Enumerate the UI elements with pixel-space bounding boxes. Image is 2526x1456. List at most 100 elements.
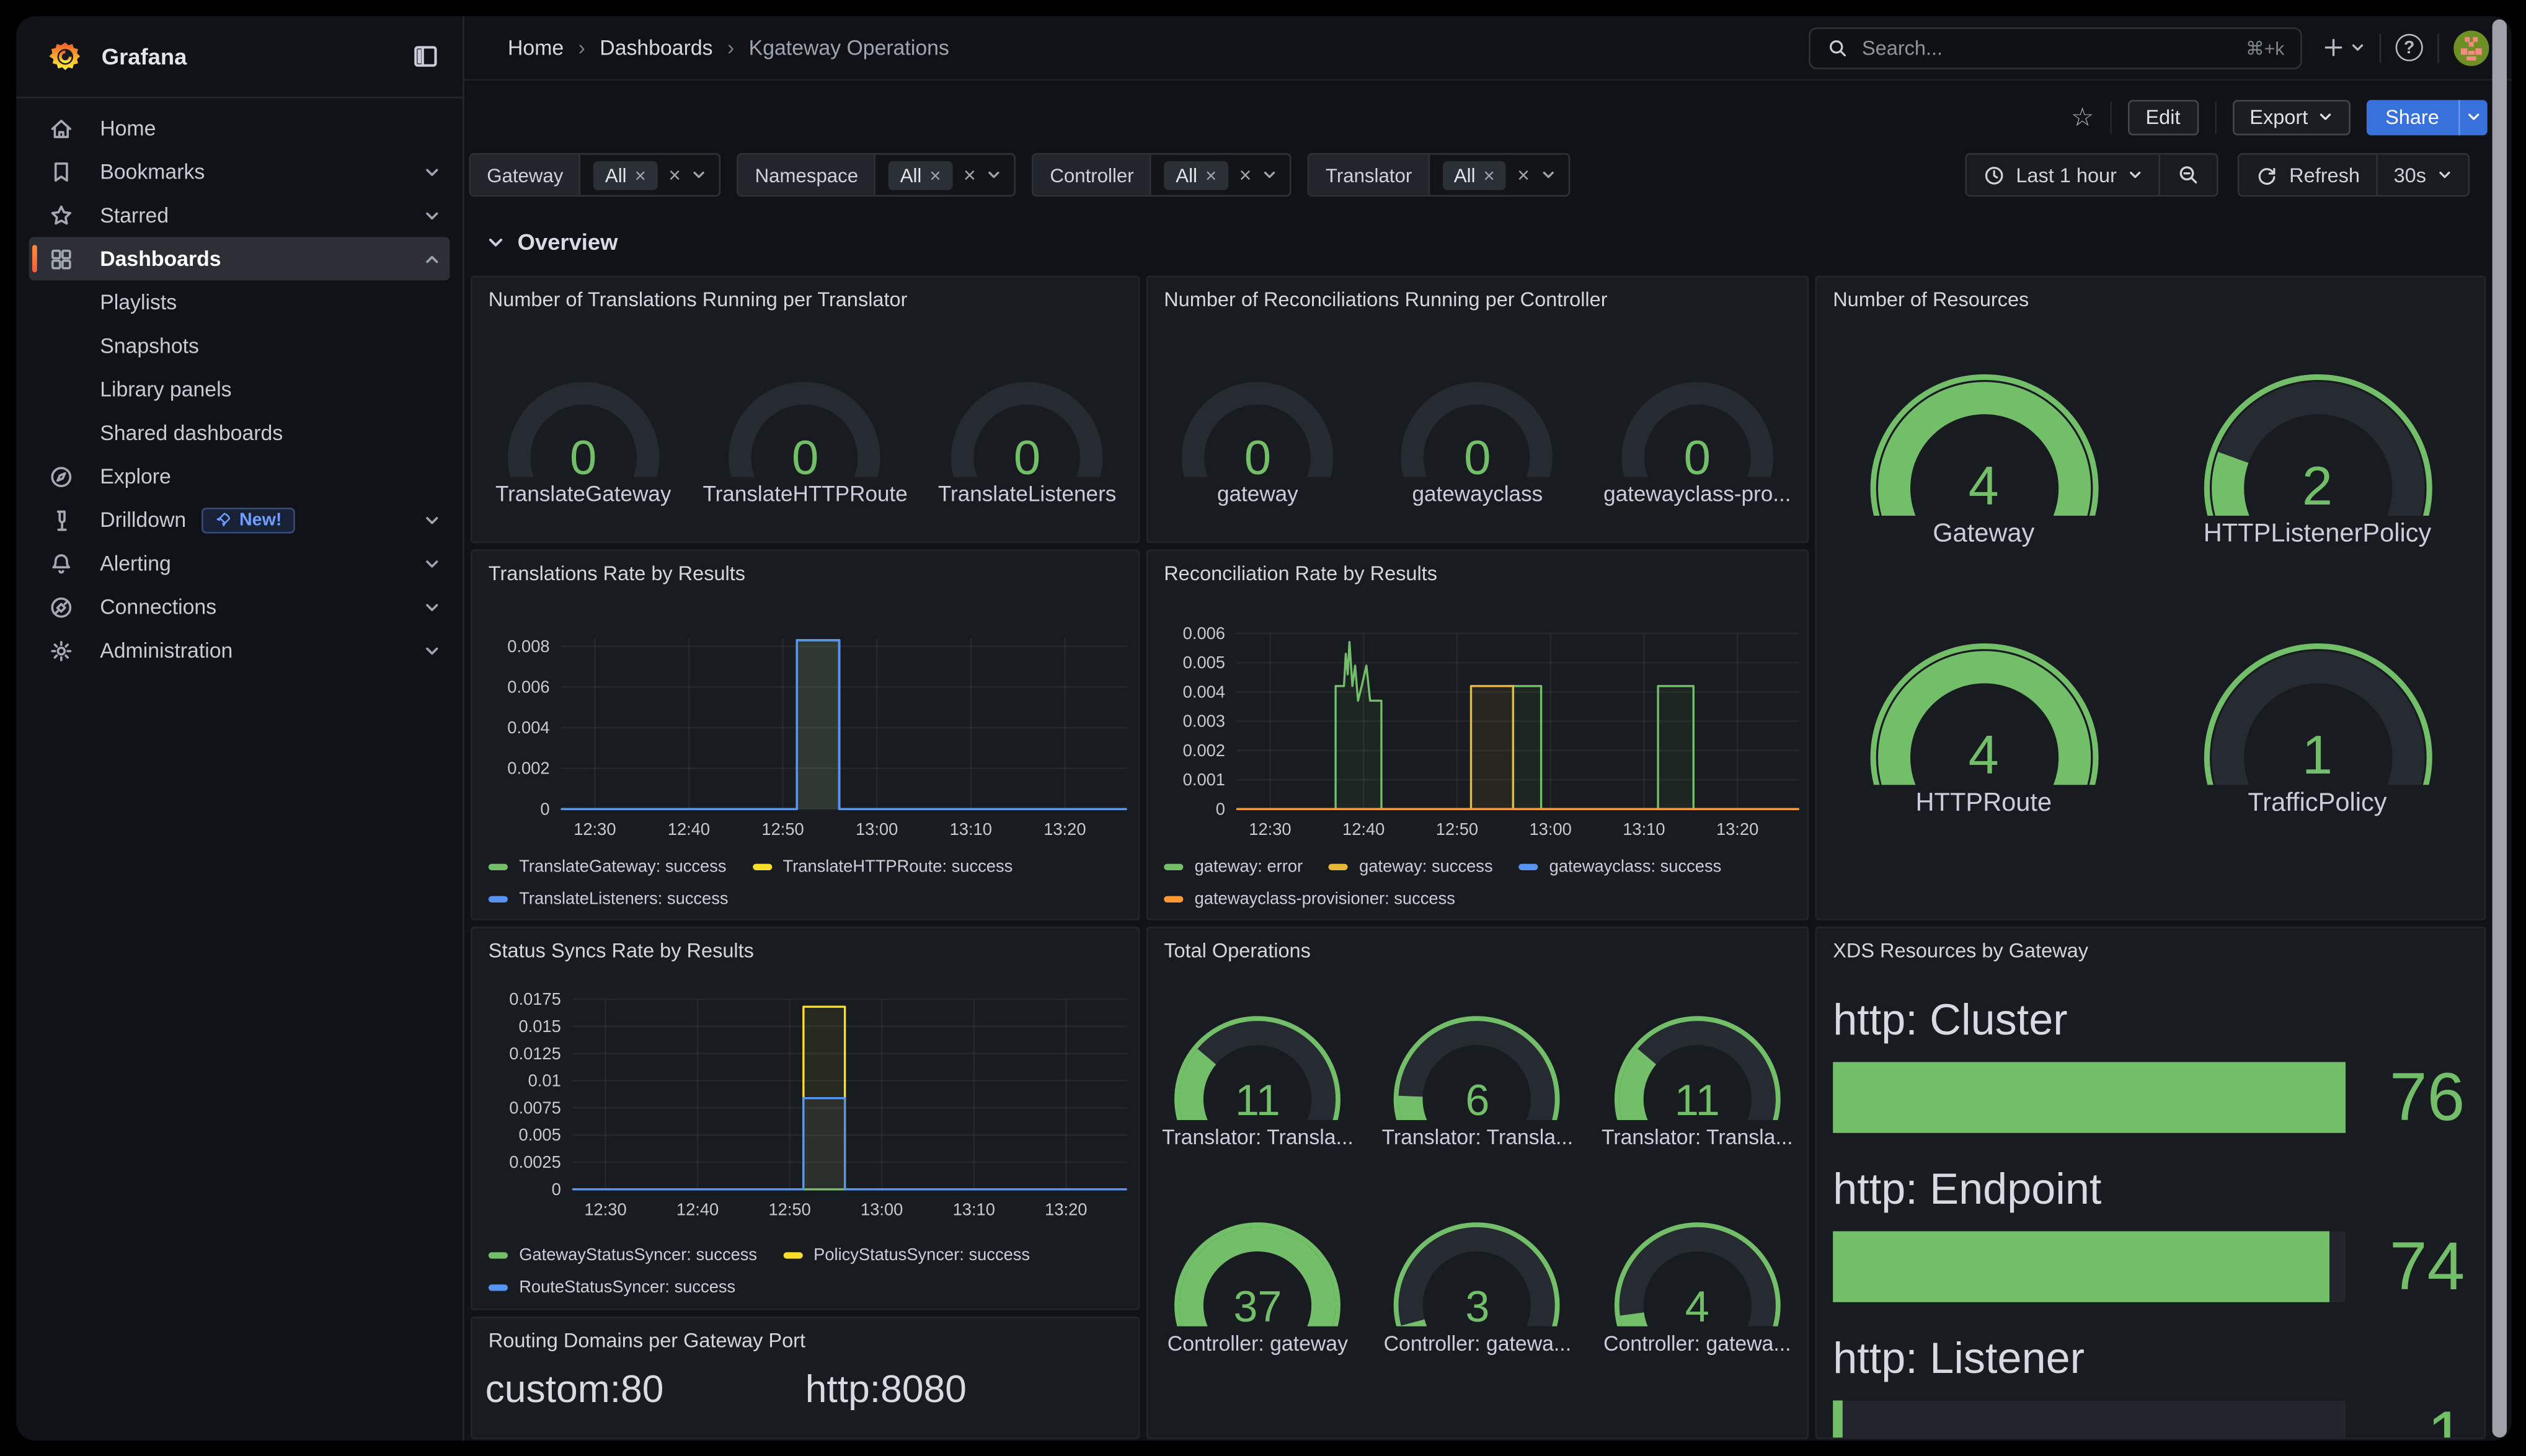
sidebar-subitem-playlists[interactable]: Playlists xyxy=(29,280,450,324)
gauge-label: Translator: Transla... xyxy=(1602,1125,1793,1149)
filter-chevron[interactable] xyxy=(1263,167,1277,182)
sidebar-item-connections[interactable]: Connections xyxy=(29,585,450,629)
legend-item[interactable]: GatewayStatusSyncer: success xyxy=(489,1239,757,1269)
vertical-scrollbar[interactable] xyxy=(2493,19,2507,1437)
filter-gateway[interactable]: GatewayAll×× xyxy=(469,153,721,196)
zoom-out-button[interactable] xyxy=(2160,155,2217,195)
refresh-button[interactable]: Refresh xyxy=(2240,155,2376,195)
legend-item[interactable]: RouteStatusSyncer: success xyxy=(489,1271,735,1302)
chevron-down-icon xyxy=(2351,40,2365,55)
chevron-down-icon xyxy=(424,599,440,615)
sidebar-subitem-library-panels[interactable]: Library panels xyxy=(29,368,450,411)
filter-value-pill[interactable]: All× xyxy=(1443,161,1506,190)
panel-title: Number of Reconciliations Running per Co… xyxy=(1164,288,1791,311)
y-tick-label: 0.005 xyxy=(518,1125,561,1144)
sidebar-item-chevron[interactable] xyxy=(424,512,440,528)
gauge-label: Controller: gatewa... xyxy=(1603,1331,1791,1356)
filter-chevron[interactable] xyxy=(987,167,1001,182)
filter-value-pill[interactable]: All× xyxy=(594,161,657,190)
gauge-label: Translator: Transla... xyxy=(1381,1125,1573,1149)
sidebar-item-drilldown[interactable]: DrilldownNew! xyxy=(29,498,450,541)
time-range-button[interactable]: Last 1 hour xyxy=(1966,155,2159,195)
clear-filter-icon[interactable]: × xyxy=(1239,164,1252,185)
sidebar-item-home[interactable]: Home xyxy=(29,107,450,150)
y-tick-label: 0.008 xyxy=(507,637,549,656)
sidebar-subitem-shared-dashboards[interactable]: Shared dashboards xyxy=(29,411,450,454)
filter-chevron[interactable] xyxy=(1541,167,1555,182)
clear-filter-icon[interactable]: × xyxy=(1517,164,1530,185)
sidebar-subitem-snapshots[interactable]: Snapshots xyxy=(29,324,450,368)
sidebar-item-chevron[interactable] xyxy=(424,250,440,267)
y-tick-label: 0.0075 xyxy=(509,1098,561,1117)
sidebar-item-label: Dashboards xyxy=(100,247,221,271)
gauge-value: 0 xyxy=(1592,432,1802,487)
sidebar-item-starred[interactable]: Starred xyxy=(29,193,450,237)
chevron-down-icon xyxy=(424,207,440,223)
sidebar-item-chevron[interactable] xyxy=(424,207,440,223)
filter-namespace[interactable]: NamespaceAll×× xyxy=(737,153,1016,196)
gauge-label: Gateway xyxy=(1933,521,2034,550)
add-button[interactable] xyxy=(2321,35,2365,60)
sidebar-toggle-icon[interactable] xyxy=(411,42,440,71)
share-button[interactable]: Share xyxy=(2366,99,2488,135)
dashboard-toolbar: ☆ Edit Export Share xyxy=(464,81,2488,153)
legend-item[interactable]: TranslateHTTPRoute: success xyxy=(752,851,1013,881)
share-dropdown-button[interactable] xyxy=(2458,99,2488,135)
sidebar-item-alerting[interactable]: Alerting xyxy=(29,542,450,585)
sidebar-item-chevron[interactable] xyxy=(424,555,440,571)
legend-item[interactable]: PolicyStatusSyncer: success xyxy=(783,1239,1030,1269)
refresh-interval-dropdown[interactable]: 30s xyxy=(2378,155,2468,195)
section-header-overview[interactable]: Overview xyxy=(487,229,618,255)
breadcrumb-item[interactable]: Home xyxy=(508,35,564,59)
refresh-picker: Refresh 30s xyxy=(2238,153,2470,196)
x-tick-label: 13:00 xyxy=(1529,819,1571,839)
clear-filter-icon[interactable]: × xyxy=(668,164,681,185)
legend-item[interactable]: gatewayclass-provisioner: success xyxy=(1164,883,1455,914)
clear-filter-icon[interactable]: × xyxy=(964,164,976,185)
sidebar-item-chevron[interactable] xyxy=(424,164,440,180)
panel-total-operations: Total Operations11Translator: Transla...… xyxy=(1146,927,1809,1439)
favorite-star-button[interactable]: ☆ xyxy=(2071,101,2094,133)
filter-value-pill[interactable]: All× xyxy=(889,161,952,190)
remove-value-icon[interactable]: × xyxy=(1484,165,1495,185)
breadcrumb-item[interactable]: Dashboards xyxy=(600,35,712,59)
gear-icon xyxy=(48,637,74,663)
x-tick-label: 13:00 xyxy=(861,1199,903,1219)
legend-item[interactable]: TranslateListeners: success xyxy=(489,883,729,914)
rocket-icon xyxy=(215,511,233,529)
legend-swatch xyxy=(1518,863,1538,869)
legend-item[interactable]: TranslateGateway: success xyxy=(489,851,727,881)
filter-bar: GatewayAll××NamespaceAll××ControllerAll×… xyxy=(469,153,2470,196)
bar-track xyxy=(1833,1231,2346,1302)
filter-controller[interactable]: ControllerAll×× xyxy=(1032,153,1292,196)
sidebar-item-chevron[interactable] xyxy=(424,642,440,658)
edit-button[interactable]: Edit xyxy=(2128,99,2198,135)
bar-fill xyxy=(1833,1231,2330,1302)
filter-chips: GatewayAll××NamespaceAll××ControllerAll×… xyxy=(469,153,1570,196)
avatar[interactable] xyxy=(2453,30,2489,65)
chevron-down-icon xyxy=(424,164,440,180)
chevron-down-icon xyxy=(1263,167,1277,182)
remove-value-icon[interactable]: × xyxy=(635,165,646,185)
remove-value-icon[interactable]: × xyxy=(929,165,941,185)
filter-translator[interactable]: TranslatorAll×× xyxy=(1308,153,1570,196)
export-button[interactable]: Export xyxy=(2232,99,2350,135)
search-input[interactable]: Search... ⌘+k xyxy=(1809,27,2302,69)
sidebar-item-explore[interactable]: Explore xyxy=(29,454,450,498)
help-button[interactable]: ? xyxy=(2396,34,2423,61)
filter-value-pill[interactable]: All× xyxy=(1164,161,1228,190)
sidebar-item-dashboards[interactable]: Dashboards xyxy=(29,237,450,280)
legend-label: GatewayStatusSyncer: success xyxy=(519,1245,757,1264)
panel-toggle-icon xyxy=(411,42,440,71)
legend-item[interactable]: gatewayclass: success xyxy=(1518,851,1721,881)
top-navbar: Home›Dashboards›Kgateway Operations Sear… xyxy=(464,16,2512,81)
sidebar-item-administration[interactable]: Administration xyxy=(29,629,450,672)
remove-value-icon[interactable]: × xyxy=(1205,165,1216,185)
chart-legend: GatewayStatusSyncer: success PolicyStatus… xyxy=(489,1239,1132,1302)
filter-chevron[interactable] xyxy=(692,167,706,182)
legend-item[interactable]: gateway: error xyxy=(1164,851,1303,881)
legend-item[interactable]: gateway: success xyxy=(1329,851,1493,881)
gauge-label: Controller: gatewa... xyxy=(1384,1331,1571,1356)
sidebar-item-bookmarks[interactable]: Bookmarks xyxy=(29,150,450,193)
sidebar-item-chevron[interactable] xyxy=(424,599,440,615)
